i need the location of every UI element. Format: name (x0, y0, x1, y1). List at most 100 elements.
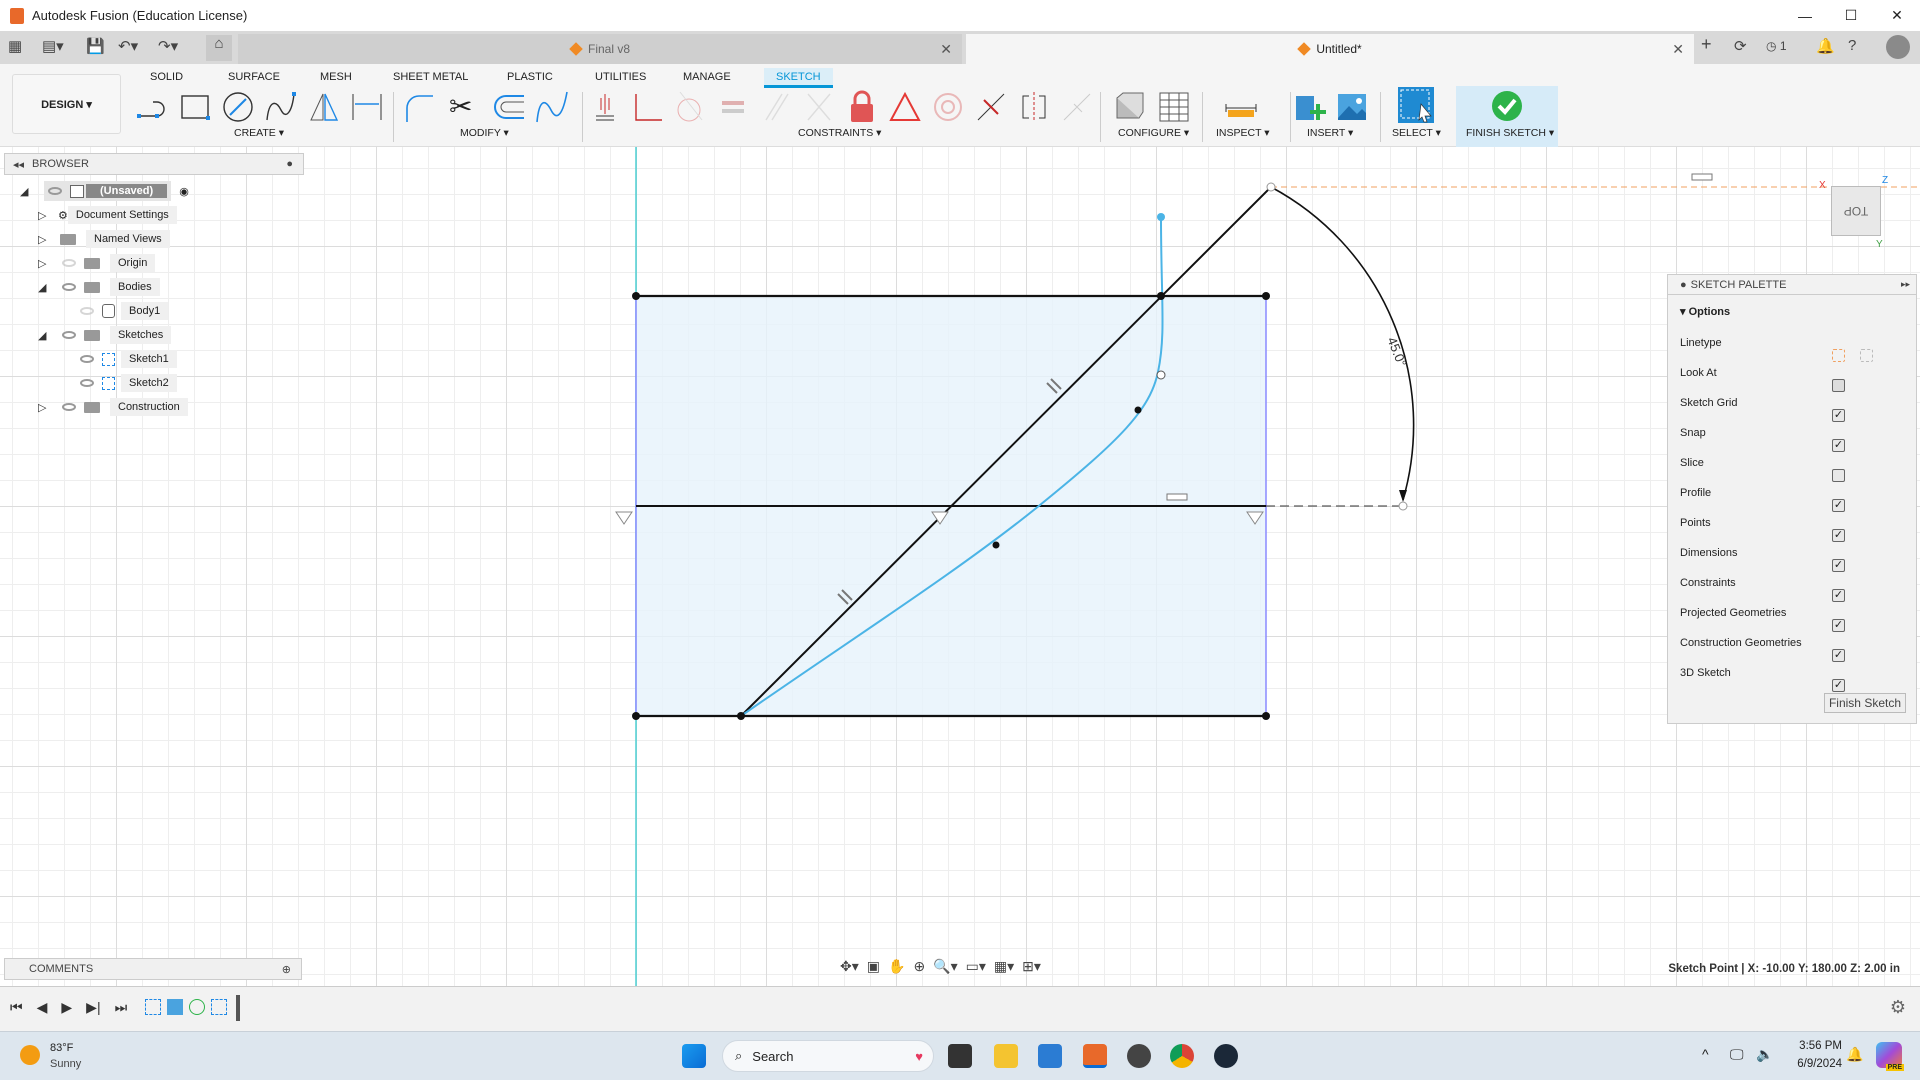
insert-menu[interactable]: INSERT ▾ (1307, 127, 1353, 139)
timeline-sketch-icon[interactable] (145, 999, 161, 1015)
visibility-eye-icon[interactable] (48, 187, 62, 195)
hidden-eye-icon[interactable] (80, 307, 94, 315)
tab-final-v8[interactable]: Final v8 ✕ (238, 34, 962, 64)
finish-sketch-button[interactable]: FINISH SKETCH ▾ (1456, 86, 1558, 147)
timeline-settings-gear-icon[interactable]: ⚙ (1890, 997, 1906, 1018)
line-tool-icon[interactable] (135, 90, 169, 124)
vscode-icon[interactable] (1038, 1044, 1062, 1068)
measure-ruler-icon[interactable] (1224, 90, 1258, 124)
select-menu[interactable]: SELECT ▾ (1392, 127, 1441, 139)
tab-sheet-metal[interactable]: SHEET METAL (393, 68, 468, 88)
linetype-construction-icon[interactable] (1832, 349, 1845, 362)
checkbox-dimensions[interactable]: ✓ (1832, 559, 1845, 572)
new-tab-icon[interactable]: + (1701, 34, 1712, 55)
close-tab-icon[interactable]: ✕ (1672, 41, 1684, 58)
browser-header[interactable]: ◂◂ BROWSER ● (4, 153, 304, 175)
weather-desc[interactable]: Sunny (50, 1058, 81, 1070)
tree-item-sketch1[interactable]: Sketch1 (80, 349, 177, 369)
close-tab-icon[interactable]: ✕ (940, 41, 952, 58)
zoom-icon[interactable]: ⊕ (913, 958, 925, 978)
offset-tool-icon[interactable] (492, 90, 526, 124)
tab-surface[interactable]: SURFACE (228, 68, 280, 88)
checkbox-3d-sketch[interactable]: ✓ (1832, 679, 1845, 692)
tree-item-construction[interactable]: ▷ Construction (38, 397, 188, 417)
clock-time[interactable]: 3:56 PM (1786, 1040, 1842, 1052)
look-at-icon[interactable]: ▣ (867, 958, 880, 978)
linetype-centerline-icon[interactable] (1860, 349, 1873, 362)
angle-dimension-label[interactable]: 45.0° (1384, 335, 1409, 369)
tree-item-sketches[interactable]: ◢ Sketches (38, 325, 172, 345)
constraints-menu[interactable]: CONSTRAINTS ▾ (798, 127, 881, 139)
insert-derive-icon[interactable] (1292, 90, 1326, 124)
tab-utilities[interactable]: UTILITIES (595, 68, 646, 88)
redo-icon[interactable]: ↷▾ (158, 37, 178, 55)
chrome-icon[interactable] (1170, 1044, 1194, 1068)
job-status[interactable]: ◷ 1 (1766, 39, 1787, 53)
close-button[interactable]: ✕ (1874, 0, 1920, 31)
play-icon[interactable]: ▶ (61, 999, 72, 1016)
lock-constraint-icon[interactable] (845, 90, 879, 124)
copilot-icon[interactable]: PRE (1876, 1042, 1904, 1071)
trim-scissors-icon[interactable]: ✂ (449, 90, 483, 124)
spline-handle[interactable] (1156, 370, 1166, 380)
tab-manage[interactable]: MANAGE (683, 68, 731, 88)
checkbox-snap[interactable]: ✓ (1832, 439, 1845, 452)
file-menu-icon[interactable]: ▤▾ (42, 37, 64, 55)
tree-item-document-settings[interactable]: ▷ ⚙ Document Settings (38, 205, 177, 225)
checkbox-points[interactable]: ✓ (1832, 529, 1845, 542)
add-comment-icon[interactable]: ⊕ (282, 963, 291, 976)
checkbox-slice[interactable] (1832, 469, 1845, 482)
avatar[interactable] (1886, 35, 1910, 59)
visibility-eye-icon[interactable] (80, 379, 94, 387)
clock-date[interactable]: 6/9/2024 (1786, 1058, 1842, 1070)
notification-bell-icon[interactable]: 🔔 (1846, 1046, 1863, 1063)
view-cube[interactable]: TOP (1831, 186, 1881, 236)
midpoint-constraint-icon[interactable] (974, 90, 1008, 124)
step-forward-icon[interactable]: ▶| (86, 999, 100, 1016)
weather-sun-icon[interactable] (20, 1045, 40, 1065)
timeline-marker[interactable] (236, 995, 240, 1021)
tab-mesh[interactable]: MESH (320, 68, 352, 88)
checkbox-projected-geometries[interactable]: ✓ (1832, 619, 1845, 632)
palette-header[interactable]: ● SKETCH PALETTE ▸▸ (1668, 275, 1916, 295)
tab-untitled[interactable]: Untitled* ✕ (966, 34, 1694, 64)
blender-icon[interactable] (1127, 1044, 1151, 1068)
orbit-icon[interactable]: ✥▾ (840, 958, 859, 978)
rectangle-tool-icon[interactable] (178, 90, 212, 124)
look-at-icon[interactable] (1832, 379, 1845, 392)
configure-table-icon[interactable] (1113, 90, 1147, 124)
fillet-tool-icon[interactable] (403, 90, 437, 124)
notifications-icon[interactable]: 🔔 (1816, 37, 1835, 55)
file-explorer-icon[interactable] (994, 1044, 1018, 1068)
show-hidden-icons-chevron[interactable]: ^ (1702, 1046, 1709, 1062)
viewports-icon[interactable]: ⊞▾ (1022, 958, 1041, 978)
comments-panel[interactable]: COMMENTS ⊕ (4, 958, 302, 980)
workspace-selector[interactable]: DESIGN ▾ (12, 74, 121, 134)
pan-hand-icon[interactable]: ✋ (888, 958, 905, 978)
apps-grid-icon[interactable]: ▦ (8, 37, 22, 55)
visibility-eye-icon[interactable] (80, 355, 94, 363)
extensions-icon[interactable]: ⟳ (1734, 37, 1747, 55)
timeline-sketch-icon[interactable] (211, 999, 227, 1015)
fix-constraint-icon[interactable] (588, 90, 622, 124)
taskbar-search[interactable]: ⌕ Search ♥ (722, 1040, 934, 1072)
tab-solid[interactable]: SOLID (150, 68, 183, 88)
create-menu[interactable]: CREATE ▾ (234, 127, 284, 139)
timeline-feature-icon[interactable] (189, 999, 205, 1015)
undo-icon[interactable]: ↶▾ (118, 37, 138, 55)
checkbox-constraints[interactable]: ✓ (1832, 589, 1845, 602)
steam-icon[interactable] (1214, 1044, 1238, 1068)
tree-item-body1[interactable]: Body1 (80, 301, 169, 321)
fusion-taskbar-icon[interactable] (1083, 1044, 1107, 1068)
activate-radio-icon[interactable]: ◉ (179, 185, 189, 198)
minimize-icon[interactable]: ● (1680, 279, 1687, 291)
expand-icon[interactable]: ▸▸ (1901, 279, 1910, 290)
circle-tool-icon[interactable] (221, 90, 255, 124)
visibility-eye-icon[interactable] (62, 403, 76, 411)
maximize-button[interactable]: ☐ (1828, 0, 1874, 31)
visibility-eye-icon[interactable] (62, 331, 76, 339)
step-back-icon[interactable]: ◀ (37, 999, 48, 1016)
go-to-end-icon[interactable]: ⏭ (115, 999, 128, 1016)
go-to-start-icon[interactable]: ⏮ (10, 999, 23, 1016)
timeline-extrude-icon[interactable] (167, 999, 183, 1015)
